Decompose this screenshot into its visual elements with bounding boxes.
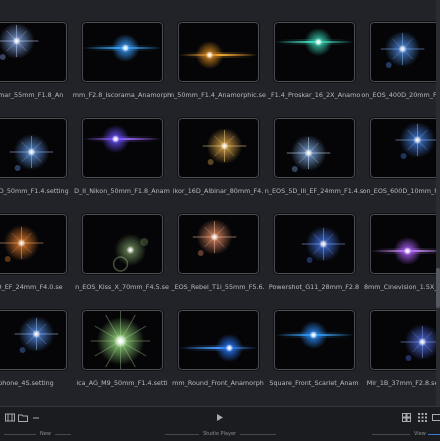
preset-tile[interactable]: ikor_16D_Albinar_80mm_F4.: [173, 118, 270, 202]
preset-tile[interactable]: n_50mm_F1.4_Anamorphic.se: [170, 22, 270, 106]
scrollbar-thumb[interactable]: [436, 268, 440, 308]
lens-flare-thumbnail[interactable]: [370, 118, 440, 178]
preset-tile[interactable]: ica_AG_M9_50mm_F1.4.setti: [76, 310, 174, 394]
preset-filename: ica_AG_M9_50mm_F1.4.setti: [76, 379, 168, 387]
preset-tile[interactable]: Square_Front_Scarlet_Anam: [269, 310, 366, 394]
lens-flare-thumbnail[interactable]: [178, 22, 259, 82]
studio-player-label: Studio Player: [203, 431, 237, 437]
preset-filename: D_II_Nikon_50mm_F1.8_Anam: [74, 187, 170, 195]
preset-filename: phone_4S.setting: [0, 379, 54, 387]
preset-filename: Mir_1B_37mm_F2.8.setting: [366, 379, 440, 387]
preset-filename: Square_Front_Scarlet_Anam: [269, 379, 359, 387]
preset-tile[interactable]: _7D_EF_24mm_F4.0.se: [0, 214, 78, 298]
lens-flare-thumbnail[interactable]: [274, 22, 355, 82]
grid-large-icon[interactable]: [400, 413, 412, 423]
lens-flare-thumbnail[interactable]: [370, 214, 440, 274]
preset-tile[interactable]: _F1.4_Proskar_16_2X_Anamo: [268, 22, 366, 106]
preset-tile[interactable]: phone_4S.setting: [0, 310, 78, 394]
preset-tile[interactable]: D_II_Nikon_50mm_F1.8_Anam: [74, 118, 174, 202]
lens-flare-thumbnail[interactable]: [0, 22, 67, 82]
lens-flare-thumbnail[interactable]: [82, 310, 163, 370]
preset-tile[interactable]: mm_F2.8_Iscorama_Anamorph: [73, 22, 174, 106]
lens-flare-thumbnail[interactable]: [82, 214, 163, 274]
preset-filename: mm_Round_Front_Anamorph: [172, 379, 264, 387]
preset-grid: ikumar_55mm_F1.8_An mm_F2.8_Iscorama_Anam…: [0, 0, 440, 406]
preset-tile[interactable]: Powershot_G11_28mm_F2.8: [269, 214, 366, 298]
preset-filename: _EOS_Rebel_T1i_55mm_F5.6.: [171, 283, 265, 291]
preset-tile[interactable]: n_EOS_5D_III_EF_24mm_F1.4.s: [265, 118, 366, 202]
preset-filename: n_50mm_F1.4_Anamorphic.se: [170, 91, 266, 99]
preset-filename: n_EOS_5D_III_EF_24mm_F1.4.s: [264, 187, 364, 195]
preset-tile[interactable]: on_EOS_400D_20mm_F2.8.set: [361, 22, 440, 106]
preset-filename: on_EOS_400D_20mm_F2.8.set: [361, 91, 440, 99]
lens-flare-thumbnail[interactable]: [178, 214, 259, 274]
lens-flare-thumbnail[interactable]: [82, 22, 163, 82]
lens-flare-thumbnail[interactable]: [178, 310, 259, 370]
list-icon[interactable]: [430, 413, 440, 423]
preset-tile[interactable]: n_50D_50mm_F1.4.setting: [0, 118, 78, 202]
preset-filename: _7D_EF_24mm_F4.0.se: [0, 283, 63, 291]
preset-filename: ikumar_55mm_F1.8_An: [0, 91, 64, 99]
more-icon[interactable]: [30, 413, 42, 423]
lens-flare-thumbnail[interactable]: [0, 118, 67, 178]
preset-tile[interactable]: on_EOS_600D_10mm_F8.0.se: [363, 118, 440, 202]
lens-flare-thumbnail[interactable]: [370, 22, 440, 82]
preset-tile[interactable]: ikumar_55mm_F1.8_An: [0, 22, 78, 106]
preset-tile[interactable]: Mir_1B_37mm_F2.8.setting: [366, 310, 440, 394]
preset-filename: n_50D_50mm_F1.4.setting: [0, 187, 69, 195]
preset-filename: ikor_16D_Albinar_80mm_F4.: [172, 187, 264, 195]
preset-tile[interactable]: mm_Round_Front_Anamorph: [172, 310, 270, 394]
preset-tile[interactable]: _EOS_Rebel_T1i_55mm_F5.6.: [171, 214, 270, 298]
lens-flare-thumbnail[interactable]: [82, 118, 163, 178]
bottom-toolbar: New Studio Player View: [0, 406, 440, 441]
preset-filename: Powershot_G11_28mm_F2.8: [268, 283, 360, 291]
lens-flare-thumbnail[interactable]: [274, 310, 355, 370]
film-icon[interactable]: [4, 413, 16, 423]
preset-filename: mm_F2.8_Iscorama_Anamorph: [72, 91, 172, 99]
new-label: New: [40, 431, 51, 437]
preset-tile[interactable]: n_EOS_Kiss_X_70mm_F4.5.se: [75, 214, 174, 298]
lens-flare-thumbnail[interactable]: [0, 310, 67, 370]
folder-icon[interactable]: [17, 413, 29, 423]
lens-flare-thumbnail[interactable]: [0, 214, 67, 274]
lens-flare-thumbnail[interactable]: [274, 214, 355, 274]
lens-flare-thumbnail[interactable]: [178, 118, 259, 178]
preset-filename: n_EOS_Kiss_X_70mm_F4.5.se: [75, 283, 169, 291]
preset-filename: 8mm_Cinevision_1.5X_Anam: [363, 283, 440, 291]
play-icon[interactable]: [214, 413, 226, 423]
lens-flare-thumbnail[interactable]: [274, 118, 355, 178]
preset-filename: on_EOS_600D_10mm_F8.0.se: [362, 187, 440, 195]
grid-small-icon[interactable]: [416, 413, 428, 423]
lens-flare-thumbnail[interactable]: [370, 310, 440, 370]
scrollbar[interactable]: [436, 0, 440, 406]
preset-filename: _F1.4_Proskar_16_2X_Anamo: [267, 91, 361, 99]
preset-tile[interactable]: 8mm_Cinevision_1.5X_Anam: [364, 214, 440, 298]
view-label: View: [414, 431, 426, 437]
